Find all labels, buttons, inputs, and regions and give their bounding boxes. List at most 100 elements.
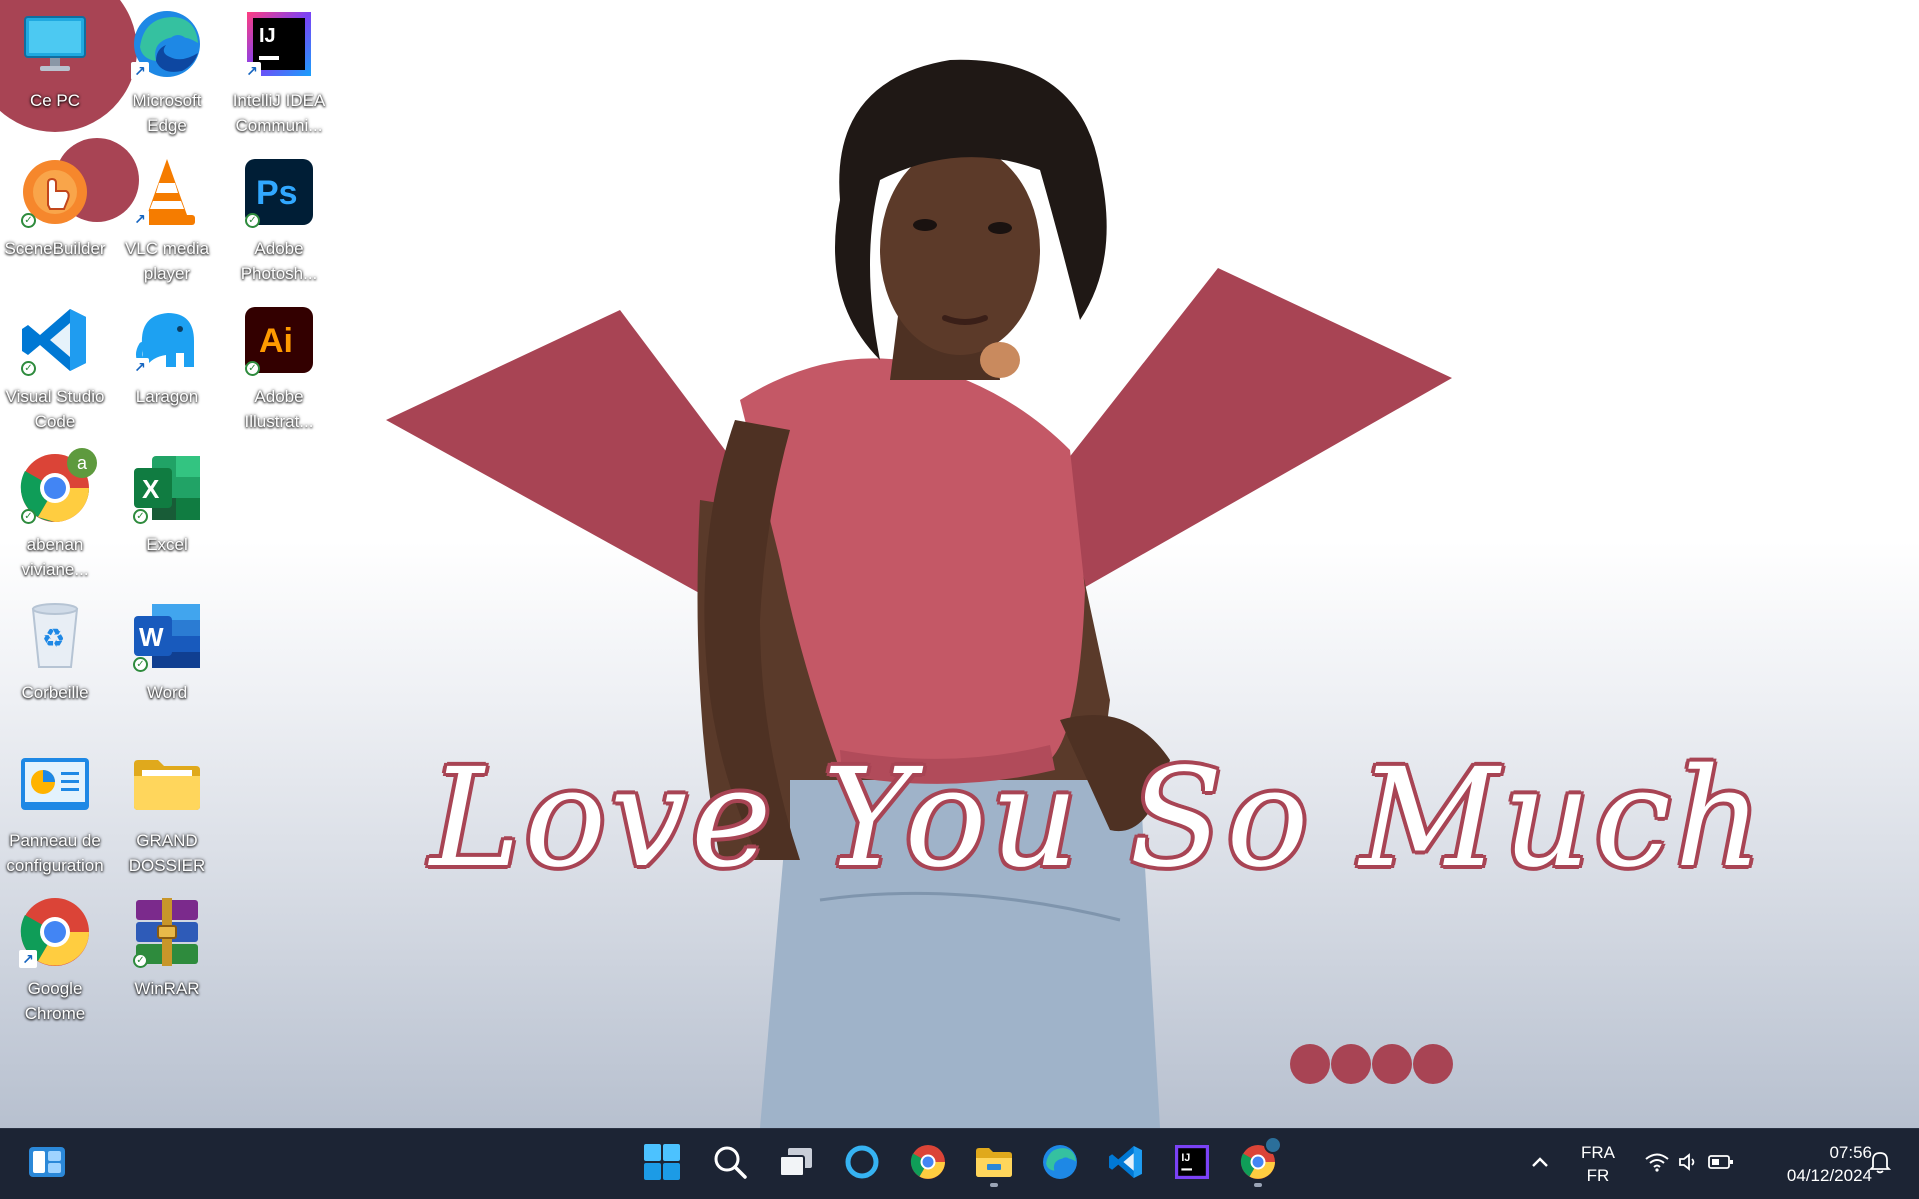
desktop-icon-vlc[interactable]: ↗ VLC media player bbox=[112, 148, 222, 288]
taskbar-start-button[interactable] bbox=[637, 1139, 687, 1189]
illustrator-icon: Ai ✓ bbox=[243, 304, 315, 376]
desktop-icon-ce-pc[interactable]: Ce PC bbox=[0, 0, 110, 140]
decor-triangle-left bbox=[386, 310, 740, 610]
tray-language-button[interactable]: FRA FR bbox=[1566, 1139, 1630, 1189]
start-icon bbox=[644, 1143, 680, 1185]
taskbar-search-button[interactable] bbox=[705, 1139, 755, 1189]
desktop-icon-intellij-idea[interactable]: IJ ↗ IntelliJ IDEA Communi... bbox=[224, 0, 334, 140]
tray-quick-settings-button[interactable] bbox=[1634, 1139, 1744, 1189]
desktop-icon-laragon[interactable]: ↗ Laragon bbox=[112, 296, 222, 436]
taskbar-intellij-button[interactable]: IJ bbox=[1167, 1139, 1217, 1189]
taskbar-cortana-button[interactable] bbox=[837, 1139, 887, 1189]
desktop-icon-label: GRAND DOSSIER bbox=[128, 831, 206, 875]
monitor-icon bbox=[19, 8, 91, 80]
desktop-icon-label: abenan viviane... bbox=[21, 535, 89, 579]
desktop-icon-label: Ce PC bbox=[29, 91, 81, 110]
bell-icon bbox=[1868, 1150, 1892, 1179]
desktop-icon-label: Panneau de configuration bbox=[6, 831, 104, 875]
wifi-icon bbox=[1644, 1152, 1670, 1177]
desktop-icon-label: Adobe Illustrat... bbox=[244, 387, 314, 431]
desktop-icon-winrar[interactable]: ✓ WinRAR bbox=[112, 888, 222, 1028]
taskbar-widgets-button[interactable] bbox=[22, 1139, 72, 1189]
desktop-icon-google-chrome[interactable]: ↗ Google Chrome bbox=[0, 888, 110, 1028]
desktop-icon-label: VLC media player bbox=[124, 239, 210, 283]
edge-icon: ↗ bbox=[131, 8, 203, 80]
chrome-profile-icon: a ✓ bbox=[19, 448, 97, 524]
tray-clock[interactable]: 07:56 04/12/2024 bbox=[1752, 1139, 1872, 1189]
shortcut-arrow-icon: ↗ bbox=[131, 210, 149, 228]
widgets-icon bbox=[28, 1146, 66, 1183]
task-view-icon bbox=[778, 1146, 814, 1183]
taskbar-task-view-button[interactable] bbox=[771, 1139, 821, 1189]
shortcut-arrow-icon: ↗ bbox=[19, 950, 37, 968]
vscode-icon: ✓ bbox=[19, 304, 91, 376]
desktop-icon-photoshop[interactable]: Ps ✓ Adobe Photosh... bbox=[224, 148, 334, 288]
shortcut-arrow-icon: ↗ bbox=[131, 62, 149, 80]
word-icon: W ✓ bbox=[131, 600, 203, 672]
photoshop-icon: Ps ✓ bbox=[243, 156, 315, 228]
desktop-icon-label: Adobe Photosh... bbox=[240, 239, 318, 283]
desktop-icon-illustrator[interactable]: Ai ✓ Adobe Illustrat... bbox=[224, 296, 334, 436]
taskbar-edge-button[interactable] bbox=[1035, 1139, 1085, 1189]
tray-notifications-button[interactable] bbox=[1855, 1139, 1905, 1189]
sync-check-icon: ✓ bbox=[133, 953, 148, 968]
cortana-icon bbox=[844, 1144, 880, 1185]
svg-text:IJ: IJ bbox=[259, 25, 276, 47]
control-panel-icon bbox=[19, 748, 91, 820]
keyboard-layout: FR bbox=[1586, 1166, 1610, 1185]
svg-text:Ai: Ai bbox=[259, 322, 293, 360]
folder-icon bbox=[131, 748, 203, 820]
decor-triangle-right bbox=[1020, 268, 1452, 590]
svg-text:♻: ♻ bbox=[42, 624, 65, 654]
running-indicator bbox=[1254, 1183, 1262, 1187]
desktop-icon-label: IntelliJ IDEA Communi... bbox=[232, 91, 326, 135]
desktop-icon-grand-dossier[interactable]: GRAND DOSSIER bbox=[112, 740, 222, 880]
recycle-bin-icon: ♻ bbox=[19, 600, 91, 672]
shortcut-arrow-icon: ↗ bbox=[243, 62, 261, 80]
scenebuilder-icon: ✓ bbox=[19, 156, 91, 228]
desktop-icon-microsoft-edge[interactable]: ↗ Microsoft Edge bbox=[112, 0, 222, 140]
sync-check-icon: ✓ bbox=[21, 361, 36, 376]
desktop-icon-label: Visual Studio Code bbox=[5, 387, 105, 431]
desktop-icon-control-panel[interactable]: Panneau de configuration bbox=[0, 740, 110, 880]
desktop-icon-vscode[interactable]: ✓ Visual Studio Code bbox=[0, 296, 110, 436]
desktop-icon-word[interactable]: W ✓ Word bbox=[112, 592, 222, 732]
chrome-profile-icon bbox=[1240, 1135, 1282, 1185]
desktop-icon-label: Google Chrome bbox=[24, 979, 86, 1023]
intellij-icon: IJ ↗ bbox=[243, 8, 315, 80]
svg-text:IJ: IJ bbox=[1181, 1151, 1190, 1163]
chevron-up-icon bbox=[1530, 1155, 1550, 1174]
svg-text:X: X bbox=[142, 474, 160, 504]
desktop-icon-label: Excel bbox=[146, 535, 188, 554]
desktop-icon-chrome-profile[interactable]: a ✓ abenan viviane... bbox=[0, 444, 110, 584]
vlc-icon: ↗ bbox=[131, 156, 203, 228]
excel-icon: X ✓ bbox=[131, 452, 203, 524]
language-code: FRA bbox=[1581, 1143, 1615, 1162]
sync-check-icon: ✓ bbox=[21, 213, 36, 228]
sync-check-icon: ✓ bbox=[245, 361, 260, 376]
desktop-icon-label: Word bbox=[146, 683, 188, 702]
wallpaper-caption: Love You So Much bbox=[430, 740, 1767, 898]
taskbar-chrome-button[interactable] bbox=[903, 1139, 953, 1189]
desktop-icon-scenebuilder[interactable]: ✓ SceneBuilder bbox=[0, 148, 110, 288]
desktop-icon-recycle-bin[interactable]: ♻ Corbeille bbox=[0, 592, 110, 732]
svg-text:Ps: Ps bbox=[256, 174, 298, 212]
taskbar-vscode-button[interactable] bbox=[1101, 1139, 1151, 1189]
desktop-icon-label: Laragon bbox=[135, 387, 199, 406]
edge-icon bbox=[1042, 1144, 1078, 1185]
desktop-icon-label: Corbeille bbox=[21, 683, 89, 702]
file-explorer-icon bbox=[975, 1146, 1013, 1183]
taskbar-chrome-profile-button[interactable] bbox=[1233, 1135, 1283, 1189]
tray-overflow-button[interactable] bbox=[1515, 1139, 1565, 1189]
chrome-icon bbox=[910, 1144, 946, 1185]
desktop-icon-excel[interactable]: X ✓ Excel bbox=[112, 444, 222, 584]
sync-check-icon: ✓ bbox=[133, 509, 148, 524]
chrome-icon: ↗ bbox=[19, 896, 91, 968]
profile-badge: a bbox=[67, 448, 97, 478]
vscode-icon bbox=[1108, 1144, 1144, 1185]
taskbar-file-explorer-button[interactable] bbox=[969, 1139, 1019, 1189]
svg-text:W: W bbox=[139, 622, 164, 652]
desktop-icon-label: SceneBuilder bbox=[4, 239, 106, 258]
search-icon bbox=[713, 1145, 747, 1184]
volume-icon bbox=[1678, 1152, 1700, 1177]
